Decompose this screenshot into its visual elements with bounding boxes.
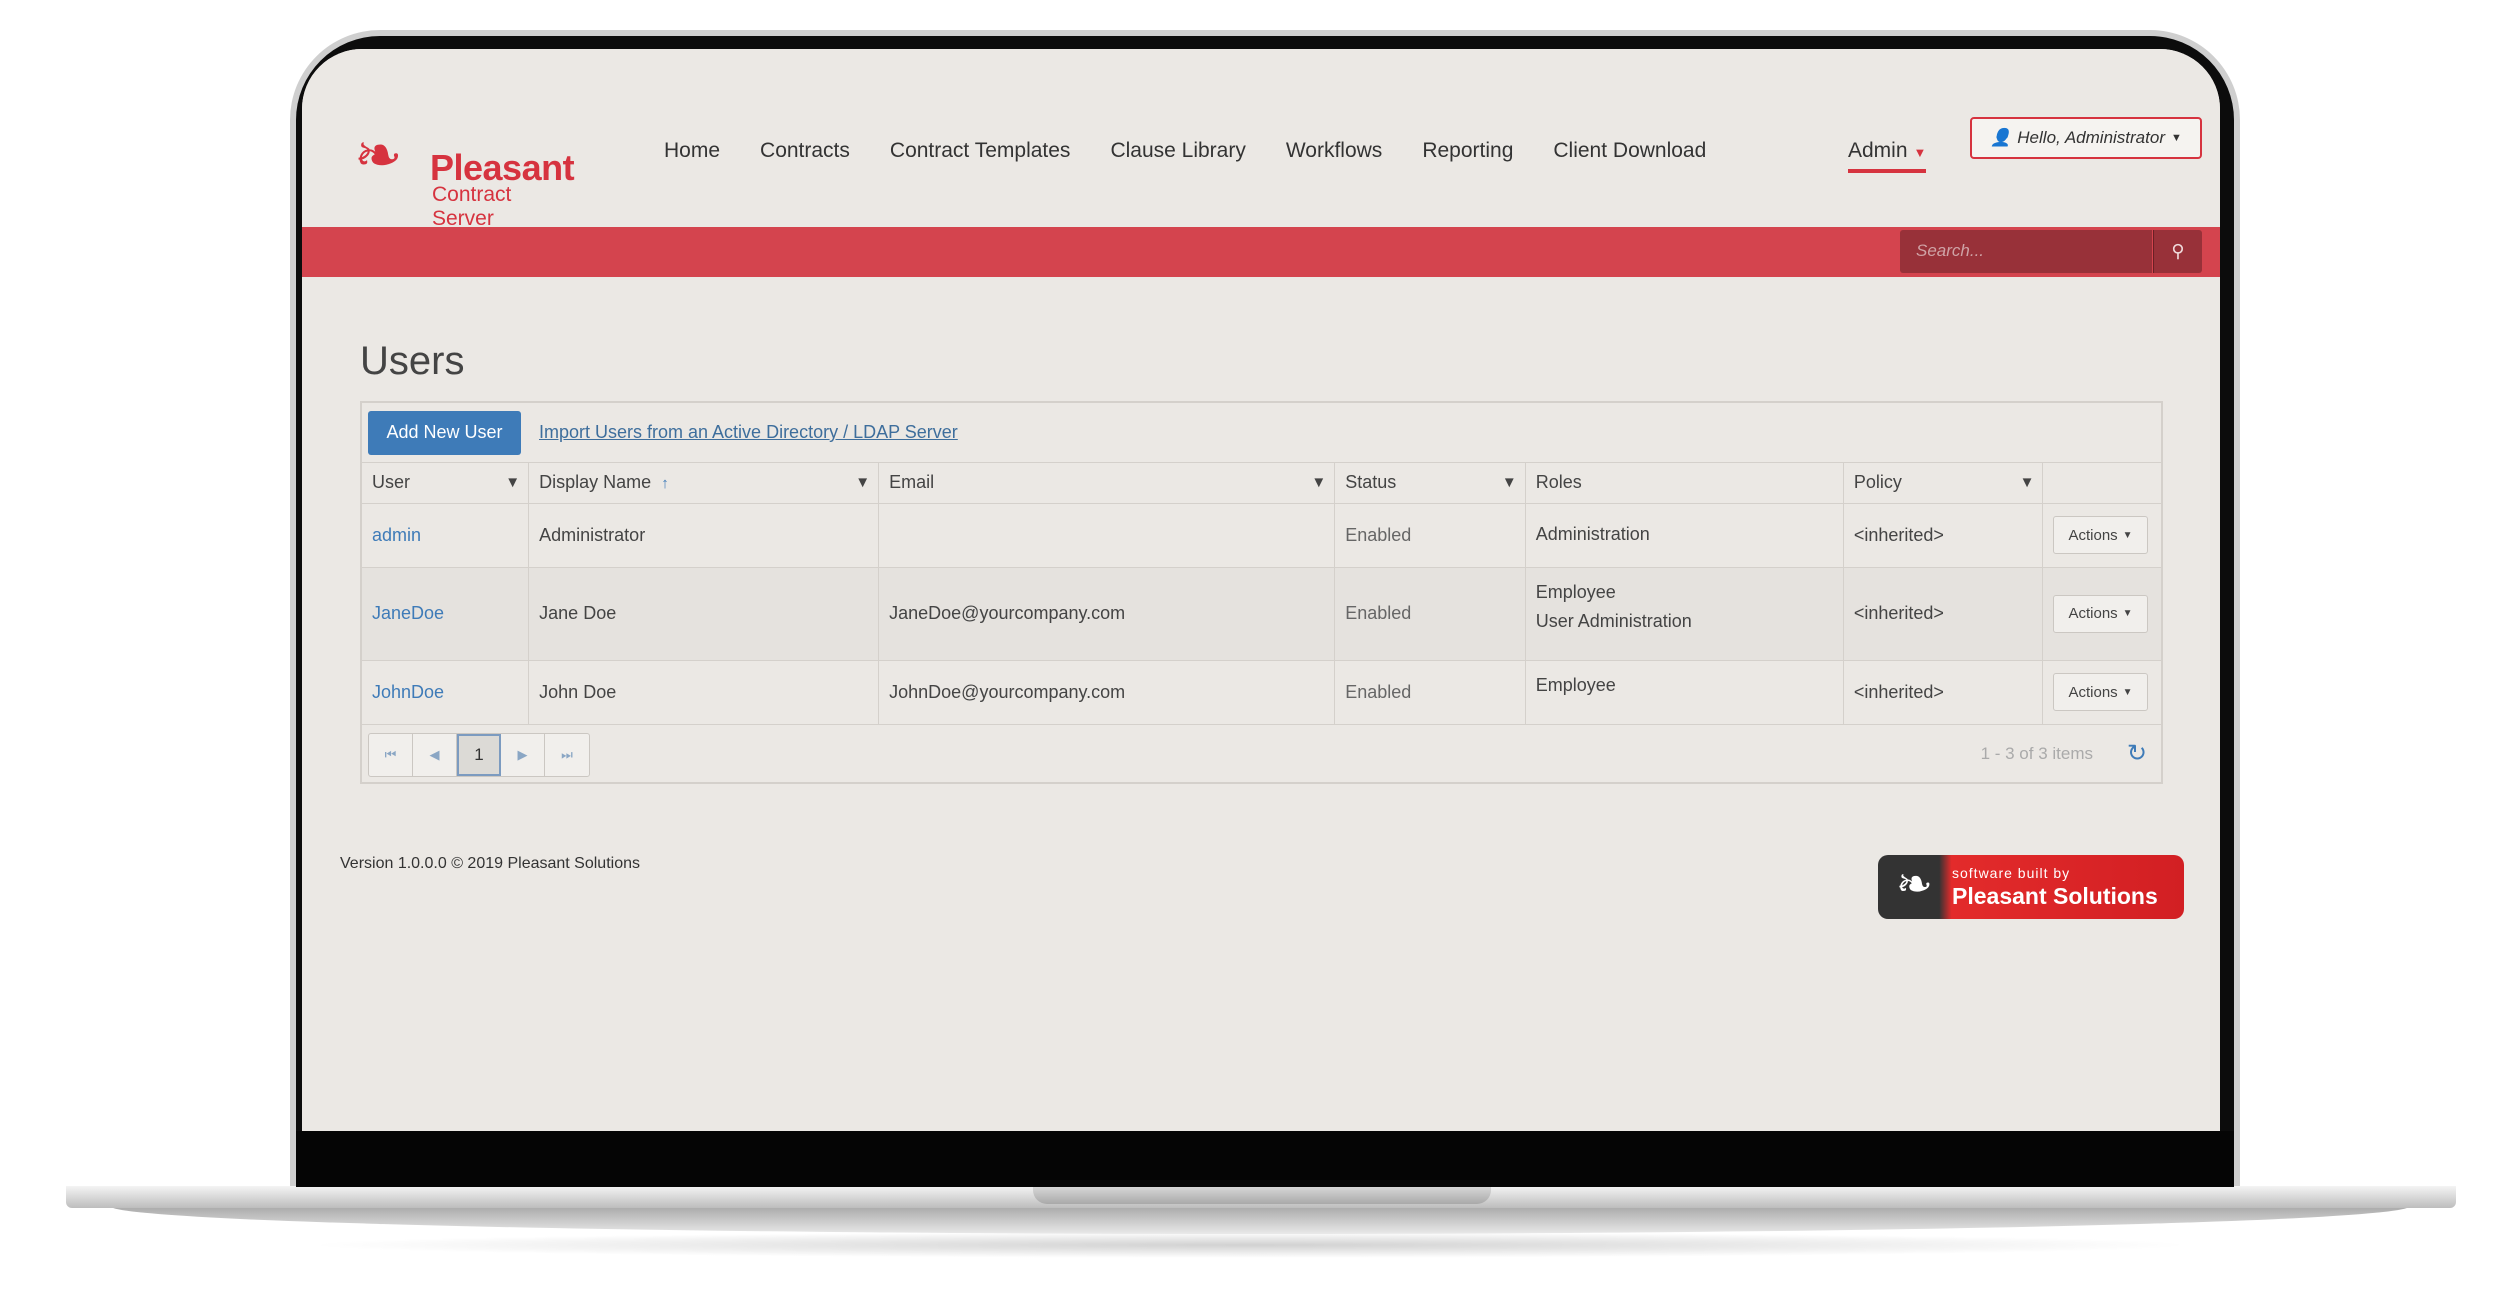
filter-icon[interactable]: ▼ [2020, 474, 2035, 491]
user-menu-button[interactable]: 👤 Hello, Administrator ▼ [1970, 117, 2202, 159]
screen-bezel-bottom [296, 1131, 2234, 1187]
hummingbird-icon: ❧ [354, 123, 403, 188]
add-user-button[interactable]: Add New User [368, 410, 521, 455]
column-header-policy[interactable]: Policy ▼ [1843, 463, 2044, 504]
column-header-email[interactable]: Email ▼ [878, 463, 1336, 504]
roles-cell: Employee User Administration [1525, 567, 1844, 661]
status-cell: Enabled [1334, 660, 1526, 725]
pager-info: 1 - 3 of 3 items [1980, 743, 2093, 763]
caret-down-icon: ▼ [2122, 686, 2133, 698]
policy-cell: <inherited> [1843, 567, 2044, 661]
user-link[interactable]: admin [372, 525, 421, 545]
display-name-cell: Jane Doe [528, 567, 880, 661]
refresh-icon[interactable]: ↻ [2127, 739, 2147, 768]
filter-icon[interactable]: ▼ [1311, 474, 1326, 491]
display-name-cell: Administrator [528, 503, 880, 568]
admin-menu-label: Admin [1848, 139, 1908, 162]
caret-down-icon: ▼ [1913, 145, 1927, 160]
next-page-icon[interactable]: ▶ [501, 733, 545, 776]
users-grid: Add New User Import Users from an Active… [360, 401, 2163, 784]
actions-button[interactable]: Actions ▼ [2053, 673, 2148, 711]
user-menu-label: Hello, Administrator [2017, 128, 2165, 147]
email-cell [878, 503, 1336, 568]
first-page-icon[interactable]: ⏮ [369, 733, 413, 776]
caret-down-icon: ▼ [2170, 132, 2182, 144]
nav-item-clause-library[interactable]: Clause Library [1090, 127, 1265, 175]
column-header-display-name[interactable]: Display Name ↑ ▼ [528, 463, 880, 504]
roles-cell: Employee [1525, 660, 1844, 725]
last-page-icon[interactable]: ⏭ [545, 734, 589, 776]
app-header: ❧ Pleasant Contract Server Home Contract… [302, 49, 2220, 231]
caret-down-icon: ▼ [2122, 608, 2133, 619]
table-row: JohnDoe John Doe JohnDoe@yourcompany.com… [362, 660, 2161, 725]
nav-item-contracts[interactable]: Contracts [740, 127, 870, 175]
version-footer: Version 1.0.0.0 © 2019 Pleasant Solution… [340, 855, 640, 872]
laptop-shadow [300, 1232, 2200, 1258]
previous-page-icon[interactable]: ◀ [413, 733, 457, 776]
column-header-actions [2042, 463, 2161, 504]
role-item: Employee [1535, 581, 1616, 602]
admin-menu[interactable]: Admin ▼ [1848, 127, 1927, 173]
current-page-button[interactable]: 1 [457, 733, 501, 776]
role-item: Administration [1535, 523, 1650, 544]
caret-down-icon: ▼ [2122, 529, 2133, 541]
main-nav: Home Contracts Contract Templates Clause… [644, 127, 1726, 175]
actions-button[interactable]: Actions ▼ [2053, 594, 2148, 633]
laptop-screen: ❧ Pleasant Contract Server Home Contract… [302, 49, 2220, 1131]
grid-toolbar: Add New User Import Users from an Active… [362, 403, 2161, 463]
column-header-roles[interactable]: Roles [1525, 463, 1844, 504]
table-row: admin Administrator Enabled Administrati… [362, 503, 2161, 568]
nav-item-home[interactable]: Home [644, 127, 740, 175]
column-header-status[interactable]: Status ▼ [1334, 463, 1526, 504]
users-table: User ▼ Display Name ↑ ▼ Email ▼ Status ▼ Role… [362, 463, 2161, 725]
search-button[interactable]: ⚲ [2153, 230, 2202, 273]
filter-icon[interactable]: ▼ [855, 474, 870, 491]
roles-cell: Administration [1525, 503, 1844, 568]
laptop-base-bottom [110, 1206, 2410, 1234]
policy-cell: <inherited> [1843, 660, 2044, 725]
email-cell: JaneDoe@yourcompany.com [878, 567, 1336, 661]
actions-button[interactable]: Actions ▼ [2053, 516, 2148, 554]
filter-icon[interactable]: ▼ [505, 474, 520, 491]
table-row: JaneDoe Jane Doe JaneDoe@yourcompany.com… [362, 567, 2161, 661]
brand-subtitle: Contract Server [432, 183, 512, 230]
email-cell: JohnDoe@yourcompany.com [878, 660, 1336, 725]
status-cell: Enabled [1334, 567, 1526, 661]
filter-icon[interactable]: ▼ [1502, 474, 1517, 491]
user-link[interactable]: JohnDoe [372, 682, 444, 702]
brand-logo[interactable]: ❧ Pleasant Contract Server [334, 83, 575, 231]
pager-buttons: ⏮ ◀ 1 ▶ ⏭ [368, 732, 590, 777]
badge-tagline: software built by [1952, 865, 2071, 881]
sort-ascending-icon: ↑ [661, 475, 669, 493]
grid-pager: ⏮ ◀ 1 ▶ ⏭ 1 - 3 of 3 items ↻ [362, 725, 2161, 785]
nav-item-workflows[interactable]: Workflows [1266, 127, 1402, 175]
user-link[interactable]: JaneDoe [372, 603, 444, 623]
display-name-cell: John Doe [528, 660, 880, 725]
policy-cell: <inherited> [1843, 503, 2044, 568]
nav-item-contract-templates[interactable]: Contract Templates [870, 127, 1091, 175]
role-item: Employee [1535, 674, 1616, 695]
badge-company: Pleasant Solutions [1952, 883, 2158, 909]
status-cell: Enabled [1334, 503, 1526, 568]
column-header-user[interactable]: User ▼ [362, 463, 530, 504]
hummingbird-icon: ❧ [1896, 860, 1933, 909]
user-icon: 👤 [1990, 128, 2012, 147]
nav-item-reporting[interactable]: Reporting [1402, 127, 1533, 175]
page-title: Users [360, 339, 465, 383]
pleasant-solutions-badge[interactable]: ❧ software built by Pleasant Solutions [1878, 855, 2184, 919]
table-header-row: User ▼ Display Name ↑ ▼ Email ▼ Status ▼ Role… [362, 463, 2161, 504]
search-icon: ⚲ [2171, 241, 2185, 261]
nav-item-client-download[interactable]: Client Download [1533, 127, 1726, 175]
role-item: User Administration [1535, 610, 1692, 631]
search-input[interactable]: Search... [1900, 230, 2152, 273]
laptop-notch [1033, 1186, 1491, 1204]
import-users-link[interactable]: Import Users from an Active Directory / … [539, 422, 958, 443]
